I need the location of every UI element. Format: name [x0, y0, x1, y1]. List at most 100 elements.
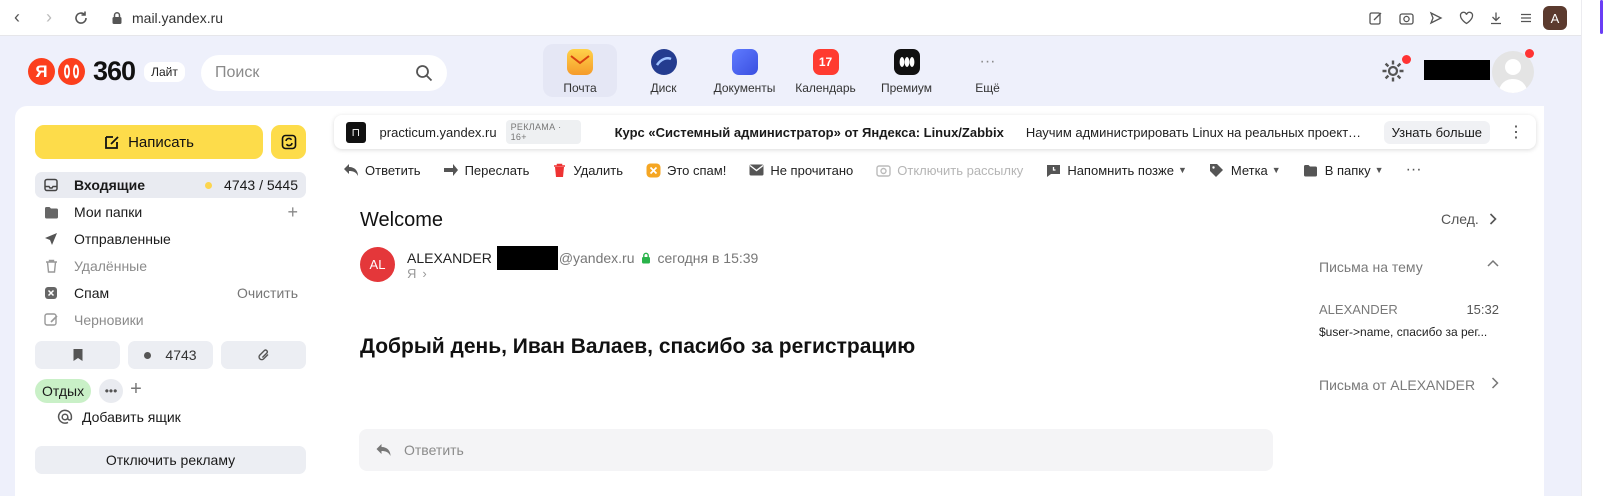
- camera-icon[interactable]: [1393, 5, 1419, 31]
- send-arrow-icon[interactable]: [1423, 5, 1449, 31]
- spam-button[interactable]: Это спам!: [645, 162, 726, 178]
- trash-icon: [43, 258, 59, 274]
- yandex-360-logo[interactable]: Я 360 Лайт: [28, 56, 185, 87]
- move-to-folder-button[interactable]: В папку ▼: [1303, 162, 1384, 178]
- reload-icon[interactable]: [66, 3, 96, 33]
- chevron-down-icon: ▼: [1177, 165, 1187, 175]
- reply-button[interactable]: Ответить: [343, 162, 421, 178]
- reply-arrow-icon: [376, 444, 391, 456]
- service-label: Документы: [713, 81, 776, 95]
- forward-arrow-icon: [443, 162, 459, 178]
- remind-later-button[interactable]: Напомнить позже ▼: [1045, 162, 1187, 178]
- mark-unread-button[interactable]: Не прочитано: [748, 162, 853, 178]
- more-dots-icon: ···: [979, 53, 996, 70]
- inbox-count: 4743 / 5445: [224, 177, 298, 193]
- add-label-plus-icon[interactable]: +: [126, 377, 146, 401]
- browser-profile-avatar[interactable]: A: [1543, 6, 1567, 30]
- quick-reply-placeholder: Ответить: [404, 442, 464, 458]
- chevron-down-icon: ▼: [1271, 165, 1281, 175]
- practicum-logo-icon: ⊓: [346, 121, 366, 143]
- more-actions-icon[interactable]: ···: [1406, 161, 1422, 179]
- verified-lock-icon: [641, 252, 650, 264]
- mail-envelope-icon: [567, 49, 593, 75]
- heart-icon[interactable]: [1453, 5, 1479, 31]
- app-header: Я 360 Лайт Поиск Почта Диск Документы 17…: [0, 36, 1581, 106]
- recipient-line[interactable]: Я ›: [407, 266, 427, 281]
- folder-sent[interactable]: Отправленные: [35, 226, 306, 252]
- service-label: Календарь: [795, 81, 856, 95]
- sender-name[interactable]: ALEXANDER: [407, 250, 492, 266]
- refresh-button[interactable]: [271, 125, 306, 159]
- more-labels-icon[interactable]: •••: [99, 379, 123, 403]
- remind-later-label: Напомнить позже: [1067, 162, 1174, 178]
- service-premium[interactable]: Премиум: [866, 44, 947, 97]
- ad-badge: РЕКЛАМА · 16+: [505, 120, 581, 144]
- bookmark-icon: [73, 349, 82, 361]
- next-message-link[interactable]: След.: [1441, 211, 1497, 227]
- folder-label: Отправленные: [74, 231, 171, 247]
- forward-button[interactable]: Переслать: [443, 162, 530, 178]
- delete-button[interactable]: Удалить: [551, 162, 623, 178]
- folder-deleted[interactable]: Удалённые: [35, 253, 306, 279]
- service-more[interactable]: ··· Ещё: [947, 44, 1028, 97]
- address-bar[interactable]: mail.yandex.ru: [110, 10, 223, 26]
- forward-arrow-icon[interactable]: ›: [34, 3, 64, 33]
- attachments-filter-button[interactable]: [221, 341, 306, 369]
- thread-item[interactable]: ALEXANDER 15:32: [1319, 302, 1499, 317]
- unsubscribe-button[interactable]: Отключить рассылку: [875, 162, 1023, 178]
- chevron-right-icon: [1489, 213, 1497, 225]
- label-tag-otdyh[interactable]: Отдых: [35, 379, 92, 403]
- disable-ads-button[interactable]: Отключить рекламу: [35, 446, 306, 474]
- service-calendar[interactable]: 17 Календарь: [785, 44, 866, 97]
- tag-icon: [1209, 162, 1225, 178]
- service-documents[interactable]: Документы: [704, 44, 785, 97]
- redacted-email: [496, 246, 558, 270]
- lite-badge: Лайт: [144, 61, 185, 82]
- browser-toolbar: ‹ › mail.yandex.ru A: [0, 0, 1619, 36]
- unread-filter-button[interactable]: 4743: [128, 341, 213, 369]
- service-mail[interactable]: Почта: [543, 44, 617, 97]
- calendar-icon: 17: [812, 49, 839, 75]
- thread-item-time: 15:32: [1466, 302, 1499, 317]
- inbox-icon: [43, 177, 59, 193]
- clear-spam-link[interactable]: Очистить: [237, 285, 298, 301]
- premium-icon: [893, 49, 920, 75]
- letters-from-sender-link[interactable]: Письма от ALEXANDER: [1319, 377, 1499, 393]
- ad-menu-kebab-icon[interactable]: ⋮: [1508, 122, 1524, 142]
- service-disk[interactable]: Диск: [623, 44, 704, 97]
- logo-mail-glyph-icon: [58, 58, 85, 85]
- edit-page-icon[interactable]: [1363, 5, 1389, 31]
- quick-reply-box[interactable]: Ответить: [359, 429, 1273, 471]
- add-folder-plus-icon[interactable]: +: [287, 202, 298, 223]
- back-arrow-icon[interactable]: ‹: [2, 3, 32, 33]
- folder-label: Черновики: [74, 312, 144, 328]
- download-icon[interactable]: [1483, 5, 1509, 31]
- forward-label: Переслать: [464, 162, 530, 178]
- ad-learn-more-button[interactable]: Узнать больше: [1383, 120, 1490, 144]
- add-mailbox-link[interactable]: Добавить ящик: [57, 409, 181, 425]
- search-input[interactable]: Поиск: [201, 55, 447, 91]
- compose-button[interactable]: Написать: [35, 125, 263, 159]
- chevron-down-icon: ▼: [1374, 165, 1384, 175]
- menu-lines-icon[interactable]: [1513, 5, 1539, 31]
- chevron-right-icon: [1491, 377, 1499, 389]
- envelope-icon: [748, 162, 764, 178]
- thread-item-snippet[interactable]: $user->name, спасибо за рег...: [1319, 325, 1499, 339]
- sender-avatar[interactable]: AL: [360, 247, 395, 282]
- thread-panel-header[interactable]: Письма на тему: [1319, 259, 1499, 275]
- folder-label: Входящие: [74, 177, 145, 193]
- folder-my-folders[interactable]: Мои папки +: [35, 199, 306, 225]
- folder-spam[interactable]: Спам Очистить: [35, 280, 306, 306]
- mail-app: Я 360 Лайт Поиск Почта Диск Документы 17…: [0, 36, 1581, 496]
- folder-inbox[interactable]: Входящие 4743 / 5445: [35, 172, 306, 198]
- lock-icon: [112, 11, 122, 24]
- ad-banner[interactable]: ⊓ practicum.yandex.ru РЕКЛАМА · 16+ Курс…: [334, 115, 1536, 149]
- unread-filter-count: 4743: [165, 347, 197, 363]
- label-button[interactable]: Метка ▼: [1209, 162, 1281, 178]
- search-icon[interactable]: [415, 64, 433, 82]
- delete-label: Удалить: [573, 162, 624, 178]
- add-mailbox-label: Добавить ящик: [82, 409, 181, 425]
- folder-drafts[interactable]: Черновики: [35, 307, 306, 333]
- bookmarked-filter-button[interactable]: [35, 341, 120, 369]
- disk-icon: [650, 49, 677, 75]
